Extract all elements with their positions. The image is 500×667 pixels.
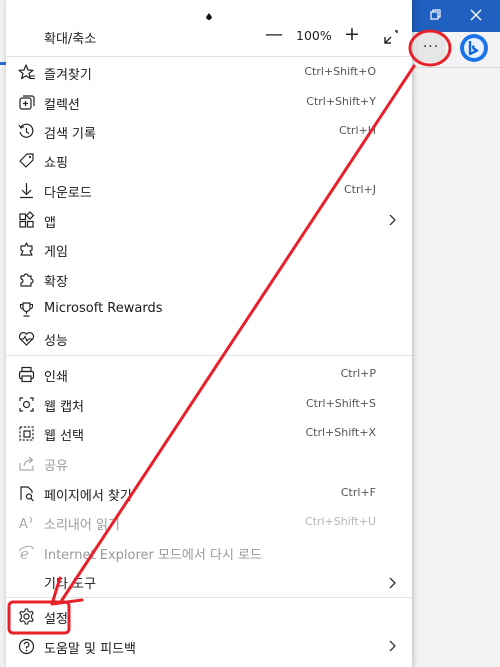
zoom-level: 100% bbox=[296, 28, 332, 43]
menu-item-find-on-page[interactable]: 페이지에서 찾기 Ctrl+F bbox=[6, 479, 412, 508]
download-icon bbox=[17, 181, 36, 200]
toolbar-divider bbox=[412, 67, 500, 68]
help-icon bbox=[17, 637, 36, 656]
menu-item-ie-mode: e Internet Explorer 모드에서 다시 로드 bbox=[6, 538, 412, 567]
settings-and-more-menu: 확대/축소 — 100% + 즐겨찾기 Ctrl+Shift+O 컬렉션 Ctr… bbox=[6, 0, 412, 667]
close-icon bbox=[470, 9, 482, 21]
menu-item-label: 기타 도구 bbox=[44, 577, 96, 592]
menu-item-label: 다운로드 bbox=[44, 186, 92, 201]
trophy-icon bbox=[17, 300, 36, 319]
bing-icon bbox=[460, 34, 488, 62]
menu-item-label: Microsoft Rewards bbox=[44, 301, 163, 316]
menu-item-label: 컬렉션 bbox=[44, 98, 80, 113]
svg-text:A: A bbox=[19, 517, 28, 532]
shortcut-hint: Ctrl+Shift+O bbox=[304, 65, 376, 78]
shortcut-hint: Ctrl+P bbox=[340, 367, 376, 380]
menu-item-settings[interactable]: 설정 bbox=[6, 602, 412, 631]
menu-item-label: 검색 기록 bbox=[44, 127, 96, 142]
internet-explorer-icon: e bbox=[17, 543, 36, 562]
menu-item-favorites[interactable]: 즐겨찾기 Ctrl+Shift+O bbox=[6, 58, 412, 87]
menu-item-help-and-feedback[interactable]: 도움말 및 피드백 bbox=[6, 632, 412, 661]
tag-icon bbox=[17, 151, 36, 170]
menu-item-label: Internet Explorer 모드에서 다시 로드 bbox=[44, 548, 262, 563]
menu-item-label: 쇼핑 bbox=[44, 156, 68, 171]
menu-item-label: 앱 bbox=[44, 216, 56, 231]
menu-item-label: 즐겨찾기 bbox=[44, 68, 92, 83]
menu-divider bbox=[6, 597, 412, 598]
find-icon bbox=[17, 484, 36, 503]
games-icon bbox=[17, 240, 36, 259]
settings-and-more-button[interactable]: ··· bbox=[416, 32, 446, 62]
menu-item-label: 성능 bbox=[44, 334, 68, 349]
gear-icon bbox=[17, 607, 36, 626]
menu-item-web-capture[interactable]: 웹 캡처 Ctrl+Shift+S bbox=[6, 390, 412, 419]
menu-item-downloads[interactable]: 다운로드 Ctrl+J bbox=[6, 176, 412, 205]
menu-item-label: 공유 bbox=[44, 459, 68, 474]
menu-item-label: 페이지에서 찾기 bbox=[44, 489, 132, 504]
menu-item-collections[interactable]: 컬렉션 Ctrl+Shift+Y bbox=[6, 88, 412, 117]
menu-divider bbox=[6, 355, 412, 356]
fullscreen-icon[interactable] bbox=[382, 28, 400, 46]
zoom-label: 확대/축소 bbox=[44, 32, 97, 47]
web-select-icon bbox=[17, 424, 36, 443]
menu-item-label: 인쇄 bbox=[44, 370, 68, 385]
menu-item-extensions[interactable]: 확장 bbox=[6, 265, 412, 294]
menu-item-shopping[interactable]: 쇼핑 bbox=[6, 146, 412, 175]
printer-icon bbox=[17, 365, 36, 384]
bing-chat-button[interactable] bbox=[458, 32, 490, 64]
menu-divider bbox=[6, 56, 412, 57]
menu-item-apps[interactable]: 앱 bbox=[6, 206, 412, 235]
close-window-button[interactable] bbox=[456, 3, 496, 27]
shortcut-hint: Ctrl+Shift+X bbox=[305, 426, 376, 439]
shortcut-hint: Ctrl+Shift+Y bbox=[306, 95, 376, 108]
shortcut-hint: Ctrl+J bbox=[343, 183, 376, 196]
zoom-in-button[interactable]: + bbox=[342, 23, 362, 45]
menu-item-share: 공유 bbox=[6, 449, 412, 478]
menu-item-history[interactable]: 검색 기록 Ctrl+H bbox=[6, 117, 412, 146]
share-icon bbox=[17, 454, 36, 473]
shortcut-hint: Ctrl+Shift+S bbox=[306, 397, 376, 410]
shortcut-hint: Ctrl+F bbox=[340, 486, 376, 499]
restore-icon bbox=[430, 9, 441, 20]
menu-item-label: 소리내어 읽기 bbox=[44, 518, 120, 533]
menu-item-games[interactable]: 게임 bbox=[6, 235, 412, 264]
puzzle-icon bbox=[17, 270, 36, 289]
menu-item-label: 확장 bbox=[44, 275, 68, 290]
restore-window-button[interactable] bbox=[423, 3, 449, 27]
menu-pointer bbox=[204, 12, 214, 22]
history-icon bbox=[17, 122, 36, 141]
menu-item-label: 게임 bbox=[44, 245, 68, 260]
menu-item-label: 도움말 및 피드백 bbox=[44, 642, 136, 657]
menu-item-label: 설정 bbox=[44, 612, 68, 627]
menu-item-label: 웹 선택 bbox=[44, 429, 85, 444]
read-aloud-icon: A bbox=[17, 513, 36, 532]
chevron-right-icon bbox=[387, 212, 399, 228]
chevron-right-icon bbox=[387, 575, 399, 591]
zoom-row: 확대/축소 — 100% + bbox=[6, 22, 412, 52]
apps-icon bbox=[17, 211, 36, 230]
shortcut-hint: Ctrl+H bbox=[338, 124, 376, 137]
menu-item-more-tools[interactable]: 기타 도구 bbox=[6, 567, 412, 596]
browser-toolbar-area bbox=[412, 32, 500, 667]
chevron-right-icon bbox=[387, 638, 399, 654]
more-icon: ··· bbox=[422, 39, 440, 55]
web-capture-icon bbox=[17, 395, 36, 414]
menu-item-print[interactable]: 인쇄 Ctrl+P bbox=[6, 360, 412, 389]
menu-item-read-aloud: A 소리내어 읽기 Ctrl+Shift+U bbox=[6, 508, 412, 537]
menu-item-label: 웹 캡처 bbox=[44, 400, 85, 415]
menu-item-microsoft-rewards[interactable]: Microsoft Rewards bbox=[6, 295, 412, 324]
menu-item-performance[interactable]: 성능 bbox=[6, 324, 412, 353]
collections-icon bbox=[17, 93, 36, 112]
heartbeat-icon bbox=[17, 329, 36, 348]
menu-item-web-select[interactable]: 웹 선택 Ctrl+Shift+X bbox=[6, 419, 412, 448]
zoom-out-button[interactable]: — bbox=[264, 24, 284, 45]
shortcut-hint: Ctrl+Shift+U bbox=[304, 515, 376, 528]
favorites-icon bbox=[17, 63, 36, 82]
